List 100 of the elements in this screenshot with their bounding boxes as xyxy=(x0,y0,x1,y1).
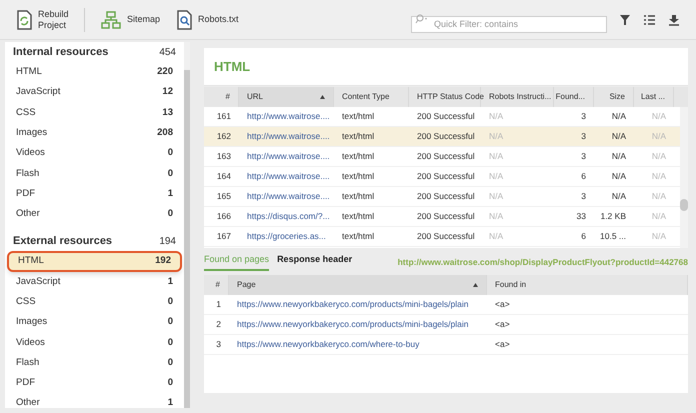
download-icon[interactable] xyxy=(668,14,680,26)
sidebar-item[interactable]: CSS 0 xyxy=(13,292,176,312)
sidebar-item[interactable]: HTML 192 xyxy=(7,251,182,272)
table-row[interactable]: 162 http://www.waitrose.... text/html 200 Successful N/A 3 N/A N/A xyxy=(204,127,680,147)
table-cell-text: 3 xyxy=(580,190,587,203)
column-header[interactable]: Found... xyxy=(554,87,594,107)
column-header[interactable]: URL xyxy=(239,87,334,107)
table-row[interactable]: 166 https://disqus.com/?... text/html 200 Successful N/A 33 1.2 KB N/A xyxy=(204,207,680,227)
table-cell-text: https://www.newyorkbakeryco.com/where-to-buy xyxy=(236,338,420,351)
table-cell-text: N/A xyxy=(488,190,504,203)
filter-icon[interactable] xyxy=(619,14,631,26)
toolbar-button[interactable]: Robots.txt xyxy=(176,10,239,30)
sitemap-icon xyxy=(101,10,121,28)
group-count: 454 xyxy=(159,46,176,60)
panel-title: HTML xyxy=(214,58,250,76)
toolbar-button[interactable]: Rebuild Project xyxy=(16,8,68,30)
table-cell-text: 1.2 KB xyxy=(599,210,627,223)
table-cell-text: text/html xyxy=(341,130,376,143)
sidebar-item[interactable]: HTML 220 xyxy=(13,62,176,82)
table-row[interactable]: 163 http://www.waitrose.... text/html 200 Successful N/A 3 N/A N/A xyxy=(204,147,680,167)
quick-filter-field[interactable]: Quick Filter: contains xyxy=(411,16,607,32)
table-cell-text: text/html xyxy=(341,230,376,243)
scrollbar[interactable] xyxy=(184,42,190,408)
sidebar-item[interactable]: JavaScript 12 xyxy=(13,82,176,103)
table-cell-text: N/A xyxy=(488,150,504,163)
sidebar-item[interactable]: CSS 13 xyxy=(13,102,176,123)
table-cell-text: 6 xyxy=(580,230,587,243)
list-icon[interactable] xyxy=(643,14,656,26)
table-cell-text: 167 xyxy=(216,230,232,243)
table-cell-text: 200 Successful xyxy=(416,110,476,123)
sort-icon xyxy=(320,95,325,99)
table-cell-text: 33 xyxy=(576,210,587,223)
column-header[interactable]: Page xyxy=(229,275,487,295)
table-cell-text: <a> xyxy=(494,338,511,351)
table-cell-text: 200 Successful xyxy=(416,210,476,223)
selected-url: http://www.waitrose.com/shop/DisplayProductFlyout?productId=442768 xyxy=(398,256,688,268)
sidebar-item[interactable]: Flash 0 xyxy=(13,352,176,374)
table-cell-text: text/html xyxy=(341,150,376,163)
table-cell-text: 165 xyxy=(216,190,232,203)
sidebar-item[interactable]: PDF 1 xyxy=(13,184,176,204)
table-cell-text: 1 xyxy=(215,298,222,311)
refresh-document-icon xyxy=(16,10,32,30)
sidebar-item[interactable]: Other 1 xyxy=(13,393,176,413)
table-cell-text: N/A xyxy=(650,170,667,183)
table-row[interactable]: 164 http://www.waitrose.... text/html 200 Successful N/A 6 N/A N/A xyxy=(204,167,680,187)
table-row[interactable]: 167 https://groceries.as... text/html 200 Successful N/A 6 10.5 ... N/A xyxy=(204,227,680,247)
table-cell-text: <a> xyxy=(494,298,511,311)
table-cell-text: http://www.waitrose.... xyxy=(246,190,331,203)
sidebar-item[interactable]: Videos 0 xyxy=(13,332,176,353)
table-cell-text: http://www.waitrose.... xyxy=(246,110,331,123)
table-cell-text: 200 Successful xyxy=(416,190,476,203)
table-cell-text: N/A xyxy=(610,170,627,183)
column-header[interactable]: HTTP Status Code xyxy=(409,87,481,107)
column-header[interactable]: Last ... xyxy=(634,87,674,107)
column-header[interactable]: Size xyxy=(594,87,634,107)
sidebar-item[interactable]: Images 208 xyxy=(13,122,176,144)
table-cell-text: 163 xyxy=(216,150,232,163)
detail-tab[interactable]: Response header xyxy=(277,253,352,271)
sidebar-item[interactable]: Other 0 xyxy=(13,204,176,224)
group-title: Internal resources xyxy=(13,44,108,60)
table-cell-text: 166 xyxy=(216,210,232,223)
table-cell-text: 200 Successful xyxy=(416,130,476,143)
sidebar-item[interactable]: PDF 0 xyxy=(13,373,176,394)
table-cell-text: N/A xyxy=(650,130,667,143)
table-cell-text: https://www.newyorkbakeryco.com/products/mini-bagels/plain xyxy=(236,318,470,331)
table-cell-text: https://disqus.com/?... xyxy=(246,210,331,223)
search-icon xyxy=(415,14,429,24)
table-cell-text: 2 xyxy=(215,318,222,331)
table-cell-text: text/html xyxy=(341,170,376,183)
sidebar-item[interactable]: JavaScript 1 xyxy=(13,272,176,292)
table-cell-text: 200 Successful xyxy=(416,230,476,243)
sidebar-item[interactable]: Images 0 xyxy=(13,312,176,333)
scrollbar[interactable] xyxy=(680,107,688,248)
table-cell-text: N/A xyxy=(650,230,667,243)
table-cell-text: http://www.waitrose.... xyxy=(246,130,331,143)
column-header[interactable]: Found in xyxy=(487,275,688,295)
table-cell-text: N/A xyxy=(488,110,504,123)
sidebar-item[interactable]: Flash 0 xyxy=(13,163,176,184)
table-cell-text: 6 xyxy=(580,170,587,183)
table-cell-text: https://groceries.as... xyxy=(246,230,327,243)
table-cell-text: N/A xyxy=(610,110,627,123)
table-cell-text: N/A xyxy=(650,110,667,123)
table-cell-text: 161 xyxy=(216,110,232,123)
table-cell-text: N/A xyxy=(488,230,504,243)
column-header[interactable]: Content Type xyxy=(334,87,409,107)
sidebar-item[interactable]: Videos 0 xyxy=(13,143,176,164)
table-cell-text: http://www.waitrose.... xyxy=(246,170,331,183)
toolbar-button[interactable]: Sitemap xyxy=(101,10,160,28)
table-cell-text: N/A xyxy=(488,170,504,183)
table-cell-text: text/html xyxy=(341,110,376,123)
search-document-icon xyxy=(176,10,192,30)
table-cell-text: 3 xyxy=(215,338,222,351)
table-cell-text: 200 Successful xyxy=(416,150,476,163)
table-cell-text: N/A xyxy=(650,190,667,203)
table-row[interactable]: 165 http://www.waitrose.... text/html 200 Successful N/A 3 N/A N/A xyxy=(204,187,680,207)
table-cell-text: 3 xyxy=(580,110,587,123)
table-cell-text: N/A xyxy=(610,190,627,203)
table-cell-text: http://www.waitrose.... xyxy=(246,150,331,163)
table-cell-text: https://www.newyorkbakeryco.com/products/mini-bagels/plain xyxy=(236,298,470,311)
table-cell-text: <a> xyxy=(494,318,511,331)
